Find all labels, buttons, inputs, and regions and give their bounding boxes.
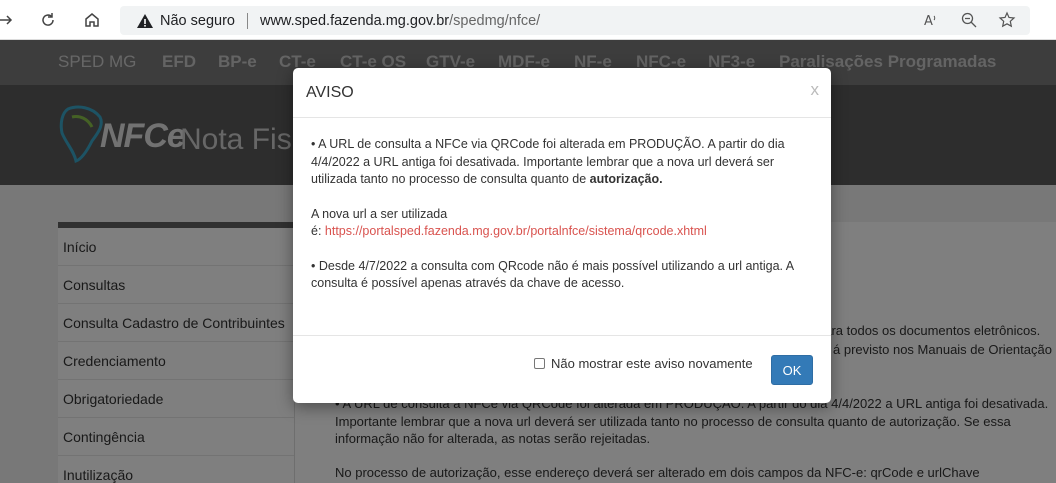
ok-button[interactable]: OK bbox=[771, 355, 813, 385]
dialog-title: AVISO bbox=[306, 84, 354, 101]
svg-text:A: A bbox=[924, 14, 933, 29]
warning-icon[interactable] bbox=[136, 12, 154, 30]
dialog-body: • A URL de consulta a NFCe via QRCode fo… bbox=[311, 136, 816, 310]
forward-icon[interactable] bbox=[0, 8, 18, 32]
notice-bold-text: autorização. bbox=[589, 172, 663, 186]
notice-dialog: AVISO x • A URL de consulta a NFCe via Q… bbox=[293, 68, 831, 403]
home-icon[interactable] bbox=[80, 8, 104, 32]
notice-text: • A URL de consulta a NFCe via QRCode fo… bbox=[311, 137, 785, 186]
url-path: /spedmg/nfce/ bbox=[449, 12, 541, 29]
dialog-footer: Não mostrar este aviso novamente OK bbox=[293, 335, 831, 403]
address-separator bbox=[246, 12, 248, 29]
close-button[interactable]: x bbox=[811, 80, 820, 100]
url-host: www.sped.fazenda.mg.gov.br bbox=[259, 12, 450, 29]
favorite-add-icon[interactable] bbox=[998, 11, 1016, 32]
new-url-paragraph: A nova url a ser utilizada é: https://po… bbox=[311, 206, 816, 241]
browser-toolbar: Não seguro www.sped.fazenda.mg.gov.br /s… bbox=[0, 0, 1056, 40]
notice-paragraph: • A URL de consulta a NFCe via QRCode fo… bbox=[311, 136, 816, 189]
zoom-icon[interactable] bbox=[960, 11, 978, 32]
notice-text: • Desde 4/7/2022 a consulta com QRcode n… bbox=[311, 258, 794, 291]
dont-show-again-option[interactable]: Não mostrar este aviso novamente bbox=[534, 356, 753, 371]
new-url-link[interactable]: https://portalsped.fazenda.mg.gov.br/por… bbox=[325, 224, 707, 238]
refresh-icon[interactable] bbox=[36, 8, 60, 32]
read-aloud-icon[interactable]: A bbox=[922, 11, 940, 32]
dont-show-again-label[interactable]: Não mostrar este aviso novamente bbox=[551, 356, 753, 371]
security-status[interactable]: Não seguro bbox=[160, 13, 235, 29]
new-url-prefix: é: bbox=[311, 224, 325, 238]
dialog-header: AVISO x bbox=[293, 68, 831, 118]
notice-paragraph: • Desde 4/7/2022 a consulta com QRcode n… bbox=[311, 258, 816, 293]
new-url-label: A nova url a ser utilizada bbox=[311, 206, 448, 221]
address-bar[interactable]: Não seguro www.sped.fazenda.mg.gov.br /s… bbox=[120, 6, 1030, 35]
dont-show-again-checkbox[interactable] bbox=[534, 358, 545, 369]
